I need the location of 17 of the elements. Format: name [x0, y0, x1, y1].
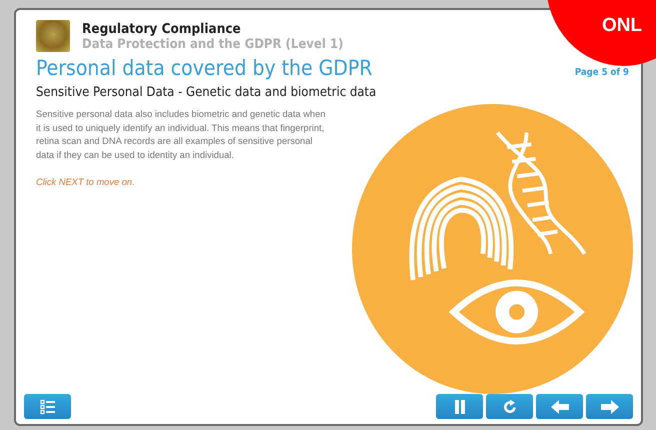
- page-counter: Page 5 of 9: [574, 67, 629, 78]
- course-title: Regulatory Compliance: [82, 20, 242, 36]
- left-arrow-icon: [550, 398, 570, 414]
- page-subtitle: Sensitive Personal Data - Genetic data and biometric data: [36, 85, 378, 100]
- right-arrow-icon: [600, 398, 620, 414]
- module-title: Data Protection and the GDPR (Level 1): [82, 36, 344, 52]
- instruction-text: Click NEXT to move on.: [36, 176, 136, 189]
- body-text: Sensitive personal data also includes biometric and genetic data when it is used to uniquely identify an individual. This means that fingerprint, retina scan and DNA records are all examples of sensitive personal data if they can be used to identity an individual.: [36, 108, 326, 162]
- replay-button[interactable]: [486, 394, 533, 419]
- pause-button[interactable]: [436, 394, 483, 419]
- list-icon: [40, 398, 56, 414]
- menu-button[interactable]: [24, 394, 71, 419]
- page-title: Personal data covered by the GDPR: [36, 56, 372, 80]
- pause-icon: [452, 398, 466, 414]
- replay-icon: [502, 398, 518, 414]
- back-button[interactable]: [536, 394, 583, 419]
- next-button[interactable]: [586, 394, 633, 419]
